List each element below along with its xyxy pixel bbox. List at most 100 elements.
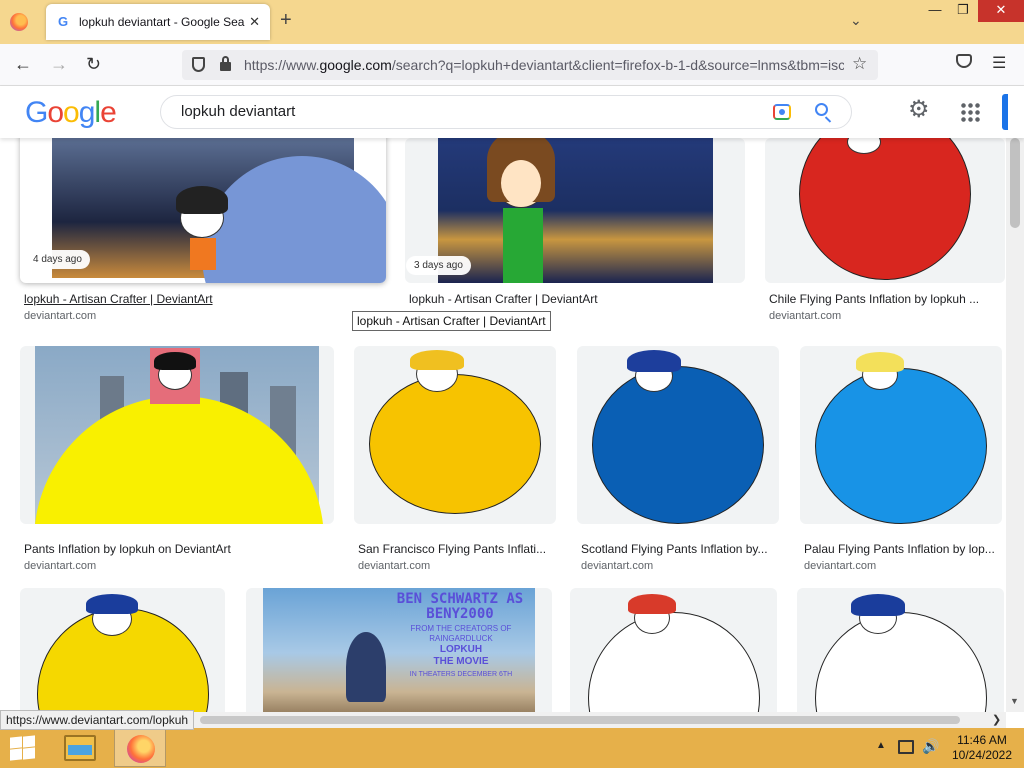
result-card[interactable]: Palau Flying Pants Inflation by lop... d… (800, 346, 1002, 572)
clock-date: 10/24/2022 (951, 748, 1013, 762)
result-thumbnail[interactable] (20, 588, 225, 712)
result-source[interactable]: deviantart.com (24, 560, 96, 572)
scroll-right-arrow-icon[interactable]: ❯ (992, 713, 1001, 726)
firefox-taskbar-button[interactable] (114, 729, 166, 767)
balloon (588, 612, 760, 712)
search-icon[interactable] (815, 103, 828, 116)
scroll-down-arrow-icon[interactable]: ▼ (1010, 696, 1019, 706)
balloon (815, 612, 987, 712)
file-explorer-icon[interactable] (64, 735, 96, 761)
result-card[interactable]: Pants Inflation by lopkuh on DeviantArt … (20, 346, 334, 572)
result-card[interactable]: San Francisco Flying Pants Inflati... de… (354, 346, 556, 572)
result-card[interactable]: 4 days ago lopkuh - Artisan Crafter | De… (20, 138, 386, 328)
apps-grid-icon[interactable] (960, 102, 980, 122)
firefox-menu-icon[interactable] (10, 13, 28, 31)
poster-line: FROM THE CREATORS OF RAINGARDLUCK (410, 624, 512, 643)
system-clock[interactable]: 11:46 AM 10/24/2022 (948, 733, 1016, 763)
google-search-box[interactable] (160, 95, 852, 129)
forward-arrow-icon[interactable]: → (50, 54, 68, 74)
chevron-down-icon[interactable]: ⌄ (850, 12, 862, 29)
minimize-button[interactable]: — (920, 0, 950, 22)
age-badge: 4 days ago (25, 250, 90, 269)
character-hair (851, 594, 905, 616)
search-input[interactable] (181, 103, 741, 120)
google-logo[interactable]: Google (25, 96, 117, 130)
result-title[interactable]: Pants Inflation by lopkuh on DeviantArt (24, 542, 330, 556)
character-dress (503, 208, 543, 283)
result-source[interactable]: deviantart.com (358, 560, 430, 572)
result-source[interactable]: deviantart.com (581, 560, 653, 572)
poster-line: THE MOVIE (433, 656, 489, 667)
result-card[interactable] (570, 588, 777, 712)
tracking-shield-icon[interactable] (192, 57, 205, 72)
tab-strip: G lopkuh deviantart - Google Sear ✕ + ⌄ … (0, 0, 1024, 44)
result-title[interactable]: lopkuh - Artisan Crafter | DeviantArt (409, 292, 739, 306)
character-hair (86, 594, 138, 614)
result-thumbnail[interactable] (354, 346, 556, 524)
firefox-icon (127, 735, 155, 763)
poster-line: LOPKUH (439, 644, 483, 655)
image-results: 4 days ago lopkuh - Artisan Crafter | De… (0, 138, 1006, 712)
gear-icon[interactable]: ⚙ (908, 98, 930, 122)
result-thumbnail[interactable] (20, 346, 334, 524)
clock-time: 11:46 AM (957, 733, 1007, 747)
result-thumbnail[interactable] (577, 346, 779, 524)
result-thumbnail[interactable]: BEN SCHWARTZ AS BENY2000 FROM THE CREATO… (246, 588, 552, 712)
scrollbar-thumb[interactable] (200, 716, 960, 724)
hamburger-menu-icon[interactable]: ☰ (992, 53, 1006, 73)
new-tab-button[interactable]: + (280, 10, 292, 30)
account-button[interactable] (1002, 94, 1008, 130)
result-card[interactable] (20, 588, 225, 712)
result-thumbnail[interactable]: 3 days ago (405, 138, 745, 283)
balloon (815, 368, 987, 524)
tab-close-icon[interactable]: ✕ (249, 14, 260, 30)
balloon (592, 366, 764, 524)
lock-icon[interactable] (220, 56, 231, 71)
windows-start-icon[interactable] (10, 735, 36, 761)
result-title[interactable]: Palau Flying Pants Inflation by lop... (804, 542, 1000, 556)
character-hair (410, 350, 464, 370)
result-thumbnail[interactable] (765, 138, 1005, 283)
result-title[interactable]: lopkuh - Artisan Crafter | DeviantArt (24, 292, 384, 306)
result-title[interactable]: San Francisco Flying Pants Inflati... (358, 542, 554, 556)
character-hair (154, 352, 196, 370)
result-source[interactable]: deviantart.com (804, 560, 876, 572)
result-card[interactable] (797, 588, 1004, 712)
result-thumbnail[interactable]: 4 days ago (20, 138, 386, 283)
google-favicon-icon: G (57, 14, 69, 29)
close-window-button[interactable]: ✕ (978, 0, 1024, 22)
navigation-toolbar: ← → ↻ https://www.google.com/search?q=lo… (0, 44, 1024, 86)
result-title[interactable]: Chile Flying Pants Inflation by lopkuh .… (769, 292, 999, 306)
result-source[interactable]: deviantart.com (24, 310, 96, 322)
tab-google-search[interactable]: G lopkuh deviantart - Google Sear ✕ (46, 4, 270, 40)
result-source[interactable]: deviantart.com (769, 310, 841, 322)
reload-icon[interactable]: ↻ (86, 54, 101, 74)
bookmark-star-icon[interactable]: ☆ (852, 54, 867, 74)
bird-figure (346, 632, 386, 702)
vertical-scrollbar[interactable]: ▼ (1006, 138, 1024, 712)
poster-line: IN THEATERS DECEMBER 6TH (409, 671, 513, 678)
maximize-button[interactable]: ❐ (948, 0, 978, 22)
result-card[interactable]: Chile Flying Pants Inflation by lopkuh .… (765, 138, 1005, 328)
tray-expand-icon[interactable]: ▲ (876, 740, 886, 751)
url-bar[interactable]: https://www.google.com/search?q=lopkuh+d… (182, 50, 878, 80)
url-text[interactable]: https://www.google.com/search?q=lopkuh+d… (244, 57, 844, 73)
result-thumbnail[interactable] (797, 588, 1004, 712)
tab-title: lopkuh deviantart - Google Sear (79, 15, 246, 29)
result-card[interactable]: 3 days ago lopkuh - Artisan Crafter | De… (405, 138, 745, 328)
back-arrow-icon[interactable]: ← (14, 54, 32, 74)
result-thumbnail[interactable] (800, 346, 1002, 524)
result-card[interactable]: Scotland Flying Pants Inflation by... de… (577, 346, 779, 572)
result-thumbnail[interactable] (570, 588, 777, 712)
balloon (369, 374, 541, 514)
scrollbar-thumb[interactable] (1010, 138, 1020, 228)
result-title[interactable]: Scotland Flying Pants Inflation by... (581, 542, 777, 556)
result-card[interactable]: BEN SCHWARTZ AS BENY2000 FROM THE CREATO… (246, 588, 552, 712)
character-face-front (501, 160, 541, 206)
taskbar: ▲ 🔊 11:46 AM 10/24/2022 (0, 728, 1024, 768)
volume-icon[interactable]: 🔊 (922, 738, 939, 755)
pocket-icon[interactable] (956, 54, 972, 68)
google-lens-icon[interactable] (773, 104, 791, 120)
network-icon[interactable] (898, 740, 914, 754)
character-hair (856, 352, 904, 372)
